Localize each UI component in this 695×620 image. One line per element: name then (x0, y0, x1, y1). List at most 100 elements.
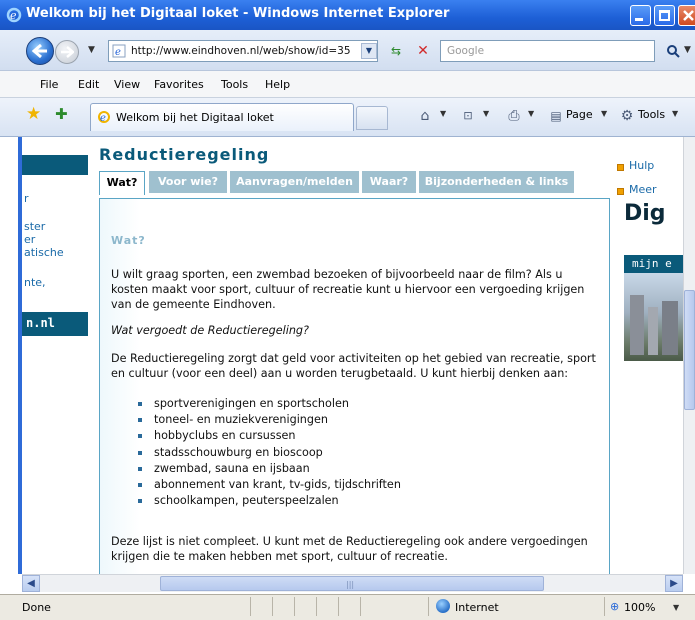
scroll-right-button[interactable]: ▶ (665, 575, 683, 592)
search-options-dropdown[interactable]: ▼ (684, 45, 691, 55)
menu-bar (0, 71, 695, 98)
chevron-right-icon: ▶ (670, 578, 678, 589)
print-icon[interactable]: ⎙ (504, 107, 524, 125)
digitaal-loket-logo[interactable]: Dig (624, 201, 666, 226)
subquestion: Wat vergoedt de Reductieregeling? (111, 324, 309, 337)
scroll-left-button[interactable]: ◀ (22, 575, 40, 592)
page-dropdown[interactable]: ▼ (601, 109, 607, 118)
tab-aanvragen-melden[interactable]: Aanvragen/melden (230, 171, 359, 193)
internet-zone-globe-icon (436, 599, 450, 613)
favorites-center-star-icon[interactable]: ★ (26, 105, 44, 123)
zoom-level[interactable]: 100% (624, 601, 655, 614)
list-item: sportverenigingen en sportscholen (136, 396, 401, 412)
address-url: http://www.eindhoven.nl/web/show/id=35 (131, 45, 351, 57)
search-button[interactable] (662, 41, 684, 61)
closing-paragraph: Deze lijst is niet compleet. U kunt met … (111, 535, 588, 563)
scroll-grip-icon: ||| (346, 580, 355, 589)
tab-voor-wie[interactable]: Voor wie? (149, 171, 227, 193)
status-divider (428, 597, 429, 616)
menu-favorites[interactable]: Favorites (154, 78, 204, 91)
security-zone-label[interactable]: Internet (455, 601, 499, 614)
status-divider (604, 597, 605, 616)
refresh-icon: ⇆ (390, 44, 402, 58)
chevron-left-icon: ◀ (27, 578, 35, 589)
status-divider (360, 597, 361, 616)
building-shape (662, 301, 678, 355)
tab-panel (99, 198, 610, 574)
mijn-header-text: mijn e (632, 257, 672, 270)
left-nav-fragment[interactable]: ster (24, 220, 45, 233)
list-item: stadsschouwburg en bioscoop (136, 445, 401, 461)
svg-text:e: e (115, 47, 121, 58)
close-button[interactable] (678, 5, 695, 26)
minimize-button[interactable] (630, 5, 651, 26)
page-content: r ster er atische nte, n.nl Reductierege… (0, 137, 683, 574)
tab-waar[interactable]: Waar? (362, 171, 416, 193)
list-item: zwembad, sauna en ijsbaan (136, 461, 401, 477)
left-nav-fragment[interactable]: atische (24, 246, 64, 259)
menu-view[interactable]: View (114, 78, 140, 91)
address-field[interactable]: e http://www.eindhoven.nl/web/show/id=35… (108, 40, 378, 62)
left-nav-fragment[interactable]: r (24, 192, 29, 205)
tab-bijzonderheden-links[interactable]: Bijzonderheden & links (419, 171, 574, 193)
search-icon (667, 45, 680, 58)
tools-menu-button[interactable]: Tools (638, 108, 665, 121)
list-item: toneel- en muziekverenigingen (136, 412, 401, 428)
forward-button[interactable] (55, 40, 79, 64)
home-dropdown[interactable]: ▼ (440, 109, 446, 118)
status-divider (316, 597, 317, 616)
stop-button[interactable]: ✕ (412, 41, 434, 61)
status-divider (294, 597, 295, 616)
vertical-scroll-thumb[interactable] (684, 290, 695, 410)
maximize-button[interactable] (654, 5, 675, 26)
new-tab-button[interactable] (356, 106, 388, 130)
refresh-button[interactable]: ⇆ (385, 41, 407, 61)
building-shape (630, 295, 644, 355)
building-shape (648, 307, 658, 355)
status-divider (272, 597, 273, 616)
list-item: hobbyclubs en cursussen (136, 428, 401, 444)
right-link-meer[interactable]: Meer (629, 183, 657, 196)
forward-arrow-icon (61, 46, 74, 58)
page-ie-icon: e (112, 44, 126, 58)
zoom-dropdown[interactable]: ▼ (673, 603, 679, 612)
left-nav-fragment[interactable]: er (24, 233, 35, 246)
status-bar (0, 594, 695, 620)
link-bullet-icon (617, 164, 624, 171)
left-nav-fragment[interactable]: nte, (24, 276, 46, 289)
address-dropdown-button[interactable]: ▼ (361, 43, 377, 59)
back-button[interactable] (26, 37, 54, 65)
maximize-icon (659, 10, 670, 21)
list-item: abonnement van krant, tv-gids, tijdschri… (136, 477, 401, 493)
feeds-icon[interactable]: ⊡ (458, 107, 478, 125)
menu-help[interactable]: Help (265, 78, 290, 91)
recent-pages-dropdown[interactable]: ▼ (88, 45, 95, 55)
page-left-border (18, 137, 22, 574)
svg-text:e: e (100, 113, 106, 124)
page-menu-button[interactable]: Page (566, 108, 593, 121)
tab-wat[interactable]: Wat? (99, 171, 145, 195)
city-photo[interactable] (624, 273, 683, 361)
list-item: schoolkampen, peuterspeelzalen (136, 493, 401, 509)
activity-list: sportverenigingen en sportscholen toneel… (136, 396, 401, 509)
close-icon (683, 10, 694, 21)
menu-tools[interactable]: Tools (221, 78, 248, 91)
tools-gear-icon: ⚙ (620, 108, 634, 124)
page-icon: ▤ (550, 109, 562, 123)
zoom-icon: ⊕ (610, 600, 620, 613)
tools-dropdown[interactable]: ▼ (672, 109, 678, 118)
right-link-hulp[interactable]: Hulp (629, 159, 654, 172)
link-bullet-icon (617, 188, 624, 195)
print-dropdown[interactable]: ▼ (528, 109, 534, 118)
menu-edit[interactable]: Edit (78, 78, 99, 91)
home-icon[interactable]: ⌂ (415, 107, 435, 125)
left-nav-domain-text: n.nl (26, 316, 55, 330)
search-placeholder: Google (447, 45, 485, 57)
menu-file[interactable]: File (40, 78, 58, 91)
section-title: Wat? (111, 234, 146, 247)
feeds-dropdown[interactable]: ▼ (483, 109, 489, 118)
search-input[interactable]: Google (440, 40, 655, 62)
add-favorite-icon[interactable]: ✚ (55, 105, 73, 123)
tab-active-page[interactable]: e Welkom bij het Digitaal loket (90, 103, 354, 131)
status-text: Done (22, 601, 51, 614)
